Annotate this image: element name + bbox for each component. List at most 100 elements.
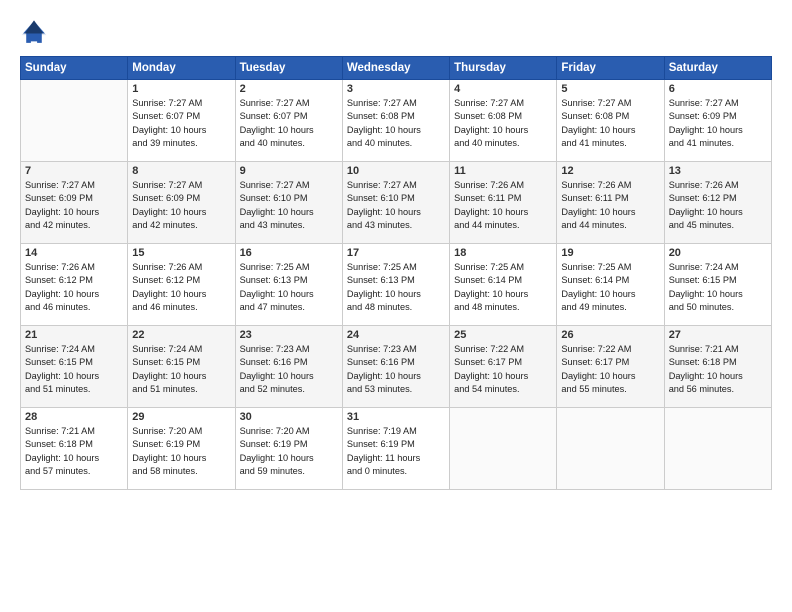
calendar-cell: 7Sunrise: 7:27 AMSunset: 6:09 PMDaylight… [21, 162, 128, 244]
day-info: Sunrise: 7:23 AM [347, 343, 445, 356]
day-info: and 49 minutes. [561, 301, 659, 314]
day-info: Sunset: 6:15 PM [132, 356, 230, 369]
day-info: and 41 minutes. [561, 137, 659, 150]
day-info: Daylight: 10 hours [132, 370, 230, 383]
calendar-cell [450, 408, 557, 490]
day-number: 4 [454, 83, 552, 95]
calendar-table: SundayMondayTuesdayWednesdayThursdayFrid… [20, 56, 772, 490]
col-header-saturday: Saturday [664, 57, 771, 80]
day-info: Sunset: 6:16 PM [240, 356, 338, 369]
calendar-cell: 2Sunrise: 7:27 AMSunset: 6:07 PMDaylight… [235, 80, 342, 162]
day-info: Sunset: 6:15 PM [669, 274, 767, 287]
day-info: Daylight: 10 hours [347, 370, 445, 383]
logo-icon [20, 18, 48, 46]
day-info: Sunset: 6:11 PM [561, 192, 659, 205]
day-info: Daylight: 11 hours [347, 452, 445, 465]
day-info: Sunrise: 7:27 AM [669, 97, 767, 110]
day-number: 26 [561, 329, 659, 341]
day-info: Sunset: 6:11 PM [454, 192, 552, 205]
day-info: and 44 minutes. [454, 219, 552, 232]
day-info: Sunrise: 7:24 AM [669, 261, 767, 274]
day-info: Daylight: 10 hours [347, 288, 445, 301]
day-info: Sunset: 6:10 PM [347, 192, 445, 205]
day-info: and 42 minutes. [132, 219, 230, 232]
day-number: 14 [25, 247, 123, 259]
calendar-cell: 29Sunrise: 7:20 AMSunset: 6:19 PMDayligh… [128, 408, 235, 490]
calendar-cell: 5Sunrise: 7:27 AMSunset: 6:08 PMDaylight… [557, 80, 664, 162]
col-header-sunday: Sunday [21, 57, 128, 80]
day-number: 19 [561, 247, 659, 259]
calendar-cell: 14Sunrise: 7:26 AMSunset: 6:12 PMDayligh… [21, 244, 128, 326]
day-info: Daylight: 10 hours [25, 206, 123, 219]
calendar-cell: 10Sunrise: 7:27 AMSunset: 6:10 PMDayligh… [342, 162, 449, 244]
calendar-cell: 26Sunrise: 7:22 AMSunset: 6:17 PMDayligh… [557, 326, 664, 408]
day-info: and 39 minutes. [132, 137, 230, 150]
week-row-4: 21Sunrise: 7:24 AMSunset: 6:15 PMDayligh… [21, 326, 772, 408]
day-info: Daylight: 10 hours [132, 288, 230, 301]
day-info: Sunset: 6:08 PM [561, 110, 659, 123]
calendar-cell: 3Sunrise: 7:27 AMSunset: 6:08 PMDaylight… [342, 80, 449, 162]
day-info: and 46 minutes. [25, 301, 123, 314]
calendar-cell [664, 408, 771, 490]
day-info: and 48 minutes. [347, 301, 445, 314]
day-info: and 42 minutes. [25, 219, 123, 232]
day-number: 11 [454, 165, 552, 177]
day-info: and 43 minutes. [240, 219, 338, 232]
day-info: and 44 minutes. [561, 219, 659, 232]
day-info: Sunrise: 7:24 AM [132, 343, 230, 356]
day-info: Daylight: 10 hours [347, 206, 445, 219]
day-info: and 41 minutes. [669, 137, 767, 150]
day-info: Sunset: 6:08 PM [454, 110, 552, 123]
logo [20, 18, 52, 46]
calendar-cell: 23Sunrise: 7:23 AMSunset: 6:16 PMDayligh… [235, 326, 342, 408]
day-info: Sunset: 6:15 PM [25, 356, 123, 369]
page-header [20, 18, 772, 46]
day-info: Sunset: 6:13 PM [347, 274, 445, 287]
day-number: 21 [25, 329, 123, 341]
col-header-wednesday: Wednesday [342, 57, 449, 80]
day-info: Sunrise: 7:25 AM [454, 261, 552, 274]
calendar-cell: 27Sunrise: 7:21 AMSunset: 6:18 PMDayligh… [664, 326, 771, 408]
day-info: and 55 minutes. [561, 383, 659, 396]
day-number: 16 [240, 247, 338, 259]
day-info: and 58 minutes. [132, 465, 230, 478]
day-info: Sunset: 6:09 PM [669, 110, 767, 123]
day-info: Sunset: 6:07 PM [132, 110, 230, 123]
day-number: 12 [561, 165, 659, 177]
day-info: Daylight: 10 hours [25, 288, 123, 301]
calendar-cell: 15Sunrise: 7:26 AMSunset: 6:12 PMDayligh… [128, 244, 235, 326]
col-header-tuesday: Tuesday [235, 57, 342, 80]
calendar-cell: 12 Sunrise: 7:26 AMSunset: 6:11 PMDayligh… [557, 162, 664, 244]
day-info: Sunrise: 7:27 AM [240, 97, 338, 110]
day-info: Sunset: 6:16 PM [347, 356, 445, 369]
day-info: Daylight: 10 hours [240, 206, 338, 219]
day-info: Sunrise: 7:21 AM [669, 343, 767, 356]
day-info: Daylight: 10 hours [669, 288, 767, 301]
day-info: Sunrise: 7:27 AM [25, 179, 123, 192]
day-info: Sunset: 6:08 PM [347, 110, 445, 123]
day-info: Sunrise: 7:26 AM [25, 261, 123, 274]
calendar-header-row: SundayMondayTuesdayWednesdayThursdayFrid… [21, 57, 772, 80]
day-number: 8 [132, 165, 230, 177]
day-info: Sunrise: 7:19 AM [347, 425, 445, 438]
day-info: and 51 minutes. [25, 383, 123, 396]
day-info: Sunrise: 7:23 AM [240, 343, 338, 356]
calendar-cell: 30Sunrise: 7:20 AMSunset: 6:19 PMDayligh… [235, 408, 342, 490]
calendar-cell: 8Sunrise: 7:27 AMSunset: 6:09 PMDaylight… [128, 162, 235, 244]
calendar-cell: 17Sunrise: 7:25 AMSunset: 6:13 PMDayligh… [342, 244, 449, 326]
day-info: Daylight: 10 hours [561, 206, 659, 219]
day-info: Sunrise: 7:27 AM [561, 97, 659, 110]
day-info: Daylight: 10 hours [347, 124, 445, 137]
day-info: Daylight: 10 hours [132, 452, 230, 465]
calendar-cell: 9Sunrise: 7:27 AMSunset: 6:10 PMDaylight… [235, 162, 342, 244]
day-info: Sunrise: 7:26 AM [454, 179, 552, 192]
day-number: 2 [240, 83, 338, 95]
day-info: Sunrise: 7:25 AM [240, 261, 338, 274]
day-info: Sunrise: 7:26 AM [561, 179, 659, 192]
day-info: and 59 minutes. [240, 465, 338, 478]
day-info: Sunrise: 7:26 AM [669, 179, 767, 192]
calendar-cell: 13Sunrise: 7:26 AMSunset: 6:12 PMDayligh… [664, 162, 771, 244]
day-info: Sunrise: 7:26 AM [132, 261, 230, 274]
day-number: 17 [347, 247, 445, 259]
day-info: and 57 minutes. [25, 465, 123, 478]
